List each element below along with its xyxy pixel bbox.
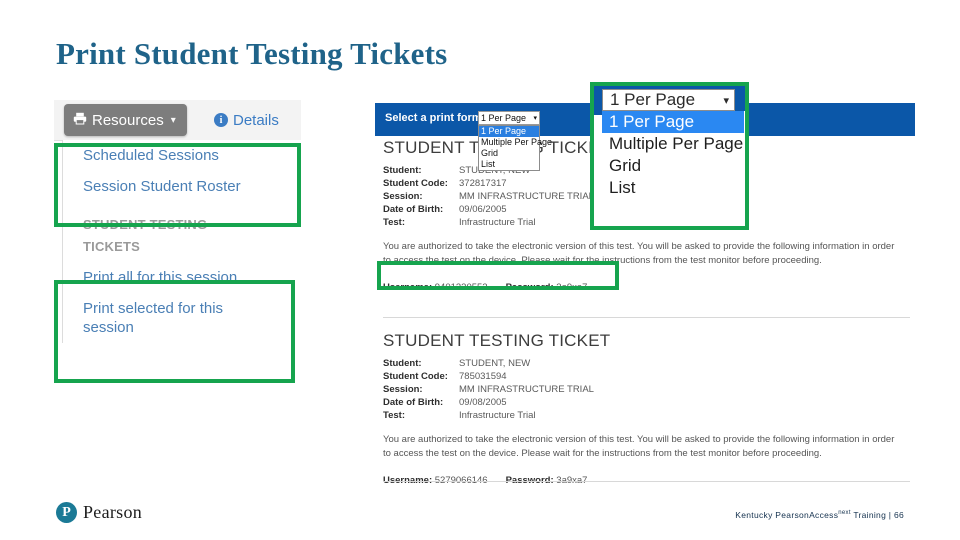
ticket-field-date-of-birth: Date of Birth: 09/08/2005 [383,396,908,409]
field-key: Student: [383,165,422,176]
field-key: Date of Birth: [383,397,444,408]
ticket-field-student-code: Student Code: 785031594 [383,370,908,383]
field-key: Test: [383,217,405,228]
print-format-label: Select a print format [385,112,492,124]
password-value: 3a9xa7 [556,282,588,293]
callout-option-1-per-page[interactable]: 1 Per Page [602,111,744,133]
ticket-field-student: Student: STUDENT, NEW [383,357,908,370]
ticket-credentials: Username: 9401330552 Password: 3a9xa7 [383,282,908,293]
menu-spacer [63,202,302,212]
print-format-dropdown-callout: 1 Per Page ▾ 1 Per Page Multiple Per Pag… [590,82,749,230]
details-button-label: Details [233,111,279,129]
print-format-option-1-per-page[interactable]: 1 Per Page [479,126,539,137]
field-key: Date of Birth: [383,204,444,215]
callout-option-list[interactable]: List [602,177,745,199]
pearson-logo: P Pearson [56,502,142,523]
field-value: STUDENT, NEW [459,358,531,369]
field-key: Student Code: [383,371,448,382]
field-value: 09/06/2005 [459,204,507,215]
pearson-logo-icon: P [56,502,77,523]
info-icon: i [214,113,228,127]
menu-section-label-line2: TICKETS [83,239,141,254]
ticket-title: STUDENT TESTING TICKET [383,331,611,350]
field-value: 785031594 [459,371,507,382]
field-key: Student: [383,358,422,369]
password-group: Password: 3a9xa7 [506,282,588,293]
field-value: MM INFRASTRUCTURE TRIAL [459,191,594,202]
field-key: Session: [383,191,423,202]
ticket-instructions: You are authorized to take the electroni… [383,241,895,266]
menu-section-label-line1: STUDENT TESTING [83,217,208,232]
callout-print-format-select[interactable]: 1 Per Page ▾ [602,89,735,111]
resources-menu-screenshot: Resources ▾ i Details Scheduled Sessions… [54,100,302,385]
print-format-option-list[interactable]: List [479,159,539,170]
callout-option-grid[interactable]: Grid [602,155,745,177]
field-value: Infrastructure Trial [459,410,536,421]
resources-button-label: Resources [92,111,164,129]
chevron-down-icon: ▾ [170,114,176,126]
ticket-fields: Student: STUDENT, NEW Student Code: 7850… [383,357,908,422]
ticket-instructions: You are authorized to take the electroni… [383,434,895,459]
pearson-logo-wordmark: Pearson [83,502,143,522]
username-label: Username: [383,282,433,293]
print-format-select[interactable]: 1 Per Page ▾ [478,111,540,125]
details-button[interactable]: i Details [214,104,279,136]
password-label: Password: [505,282,554,293]
callout-option-list[interactable]: 1 Per Page Multiple Per Page Grid List [602,111,745,199]
printer-icon [73,112,87,129]
field-value: 09/08/2005 [459,397,507,408]
callout-option-multiple-per-page[interactable]: Multiple Per Page [602,133,745,155]
print-format-option-multiple-per-page[interactable]: Multiple Per Page [479,137,552,148]
chevron-down-icon: ▾ [723,94,729,107]
field-value: 372817317 [459,178,507,189]
ticket-field-test: Test: Infrastructure Trial [383,409,908,422]
print-format-option-grid[interactable]: Grid [479,148,539,159]
resources-button[interactable]: Resources ▾ [64,104,187,136]
ticket-field-session: Session: MM INFRASTRUCTURE TRIAL [383,383,908,396]
chevron-down-icon: ▾ [533,115,537,122]
menu-item-print-all-for-this-session[interactable]: Print all for this session [63,262,302,293]
menu-item-session-student-roster[interactable]: Session Student Roster [63,171,302,202]
student-testing-ticket: STUDENT TESTING TICKET Student: STUDENT,… [383,331,908,486]
menu-item-print-selected-for-this-session[interactable]: Print selected for this session [63,293,302,343]
page-title: Print Student Testing Tickets [56,36,448,71]
menu-item-scheduled-sessions[interactable]: Scheduled Sessions [63,140,302,171]
field-key: Session: [383,384,423,395]
field-key: Test: [383,410,405,421]
footer-note-tail: Training | 66 [850,510,904,520]
username-value: 9401330552 [434,282,488,293]
toolbar: Resources ▾ i Details [54,100,301,141]
footer-note-main: Kentucky PearsonAccess [735,510,839,520]
field-value: MM INFRASTRUCTURE TRIAL [459,384,594,395]
username-group: Username: 9401330552 [383,282,488,293]
footer-note: Kentucky PearsonAccessnext Training | 66 [735,510,904,520]
ticket-divider [383,317,910,318]
field-value: Infrastructure Trial [459,217,536,228]
resources-dropdown-menu: Scheduled Sessions Session Student Roste… [62,140,302,343]
field-key: Student Code: [383,178,448,189]
print-format-selected-value: 1 Per Page [481,113,527,123]
callout-selected-value: 1 Per Page [610,90,696,109]
ticket-divider [383,481,910,482]
print-format-option-list[interactable]: 1 Per Page Multiple Per Page Grid List [478,125,552,171]
footer-note-sup: next [838,510,851,517]
